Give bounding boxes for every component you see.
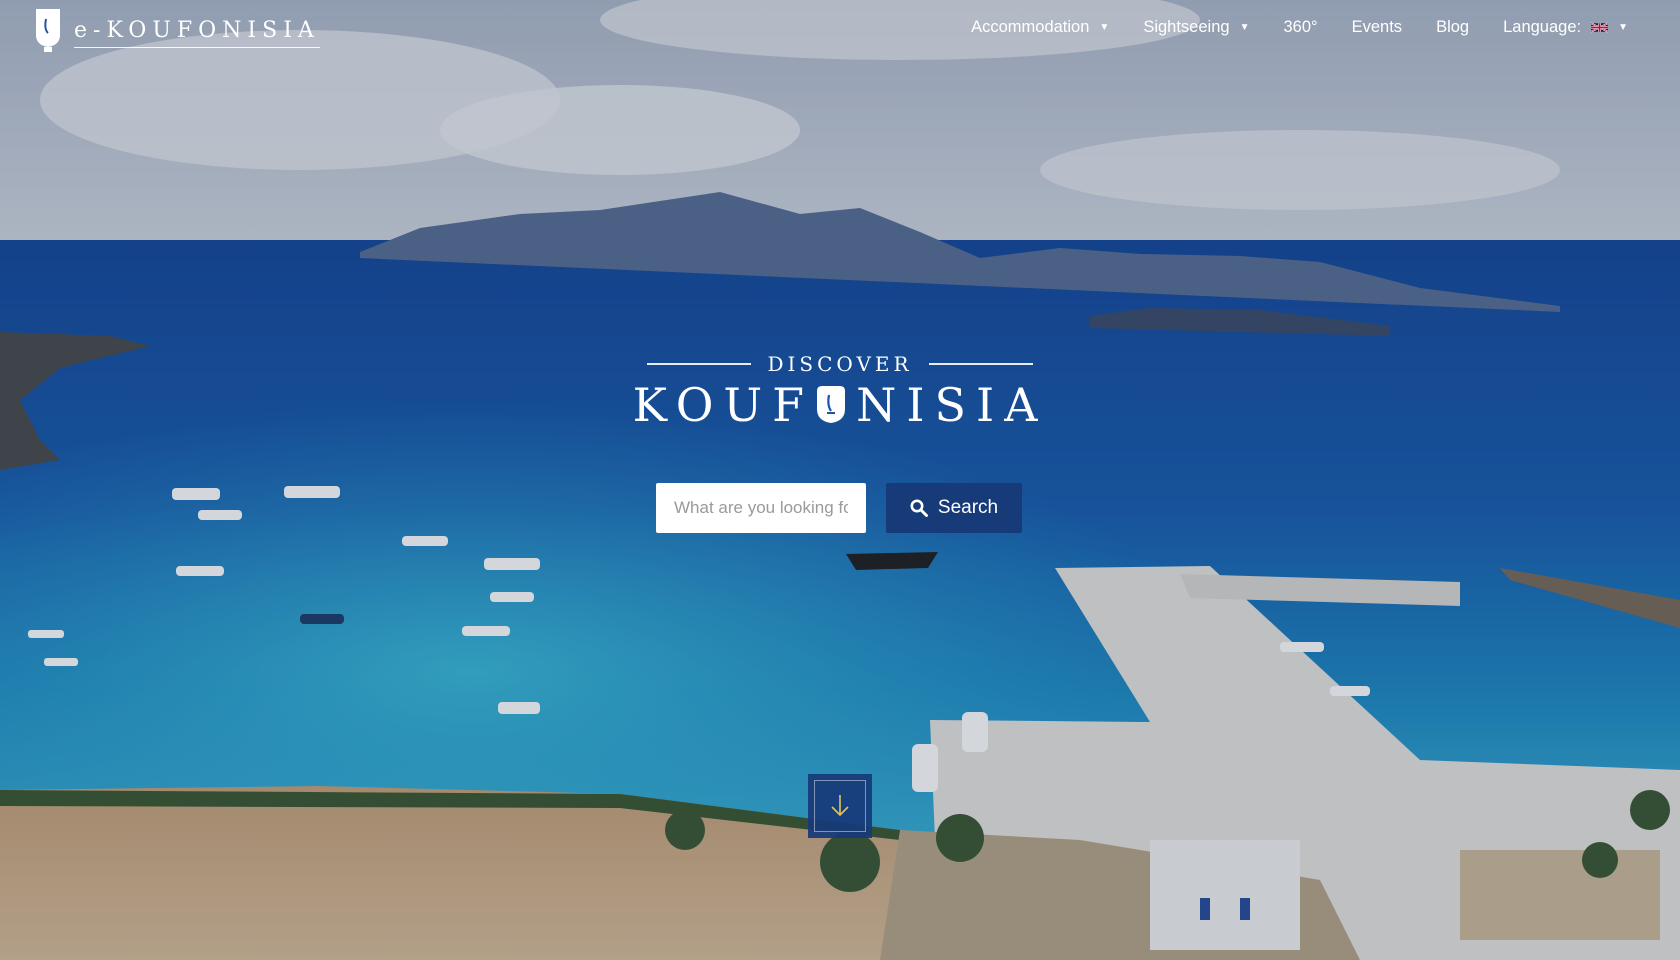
hero-title-part1: KOUF — [632, 378, 815, 432]
caret-down-icon: ▼ — [1618, 22, 1628, 33]
nav-360[interactable]: 360° — [1283, 18, 1317, 37]
scroll-down-frame — [814, 780, 866, 832]
search-button[interactable]: Search — [886, 483, 1022, 533]
caret-down-icon: ▼ — [1099, 22, 1110, 33]
discover-label: DISCOVER — [767, 352, 913, 376]
uk-flag-icon — [1591, 22, 1609, 33]
arrow-down-icon — [831, 795, 849, 817]
nav-sightseeing[interactable]: Sightseeing ▼ — [1143, 18, 1249, 37]
nav-blog-label: Blog — [1436, 18, 1470, 36]
hero-title-part2: NISIA — [856, 378, 1048, 432]
nav-events[interactable]: Events — [1352, 18, 1402, 37]
main-nav: Accommodation ▼ Sightseeing ▼ 360° Event… — [971, 18, 1628, 37]
scroll-down-button[interactable] — [808, 774, 872, 838]
nav-language[interactable]: Language: ▼ — [1503, 18, 1628, 37]
divider-line — [928, 363, 1033, 365]
nav-blog[interactable]: Blog — [1436, 18, 1469, 37]
site-logo[interactable]: e-KOUFONISIA — [32, 6, 320, 54]
search-bar: Search — [656, 483, 1022, 533]
lantern-icon — [36, 9, 60, 52]
discover-row: DISCOVER — [0, 352, 1680, 376]
search-input[interactable] — [656, 483, 866, 533]
caret-down-icon: ▼ — [1239, 22, 1250, 33]
search-button-label: Search — [937, 497, 999, 518]
nav-360-label: 360° — [1283, 18, 1318, 36]
divider-line — [647, 363, 752, 365]
hero-title: KOUF NISIA — [0, 378, 1680, 432]
lantern-icon — [817, 386, 846, 423]
logo-text: e-KOUFONISIA — [74, 18, 320, 48]
nav-events-label: Events — [1351, 18, 1403, 36]
nav-accommodation-label: Accommodation — [971, 18, 1090, 36]
nav-accommodation[interactable]: Accommodation ▼ — [971, 18, 1109, 37]
search-icon — [910, 499, 928, 517]
nav-language-label: Language: — [1503, 18, 1582, 36]
nav-sightseeing-label: Sightseeing — [1143, 18, 1230, 36]
hero-heading: DISCOVER KOUF NISIA — [0, 352, 1680, 432]
